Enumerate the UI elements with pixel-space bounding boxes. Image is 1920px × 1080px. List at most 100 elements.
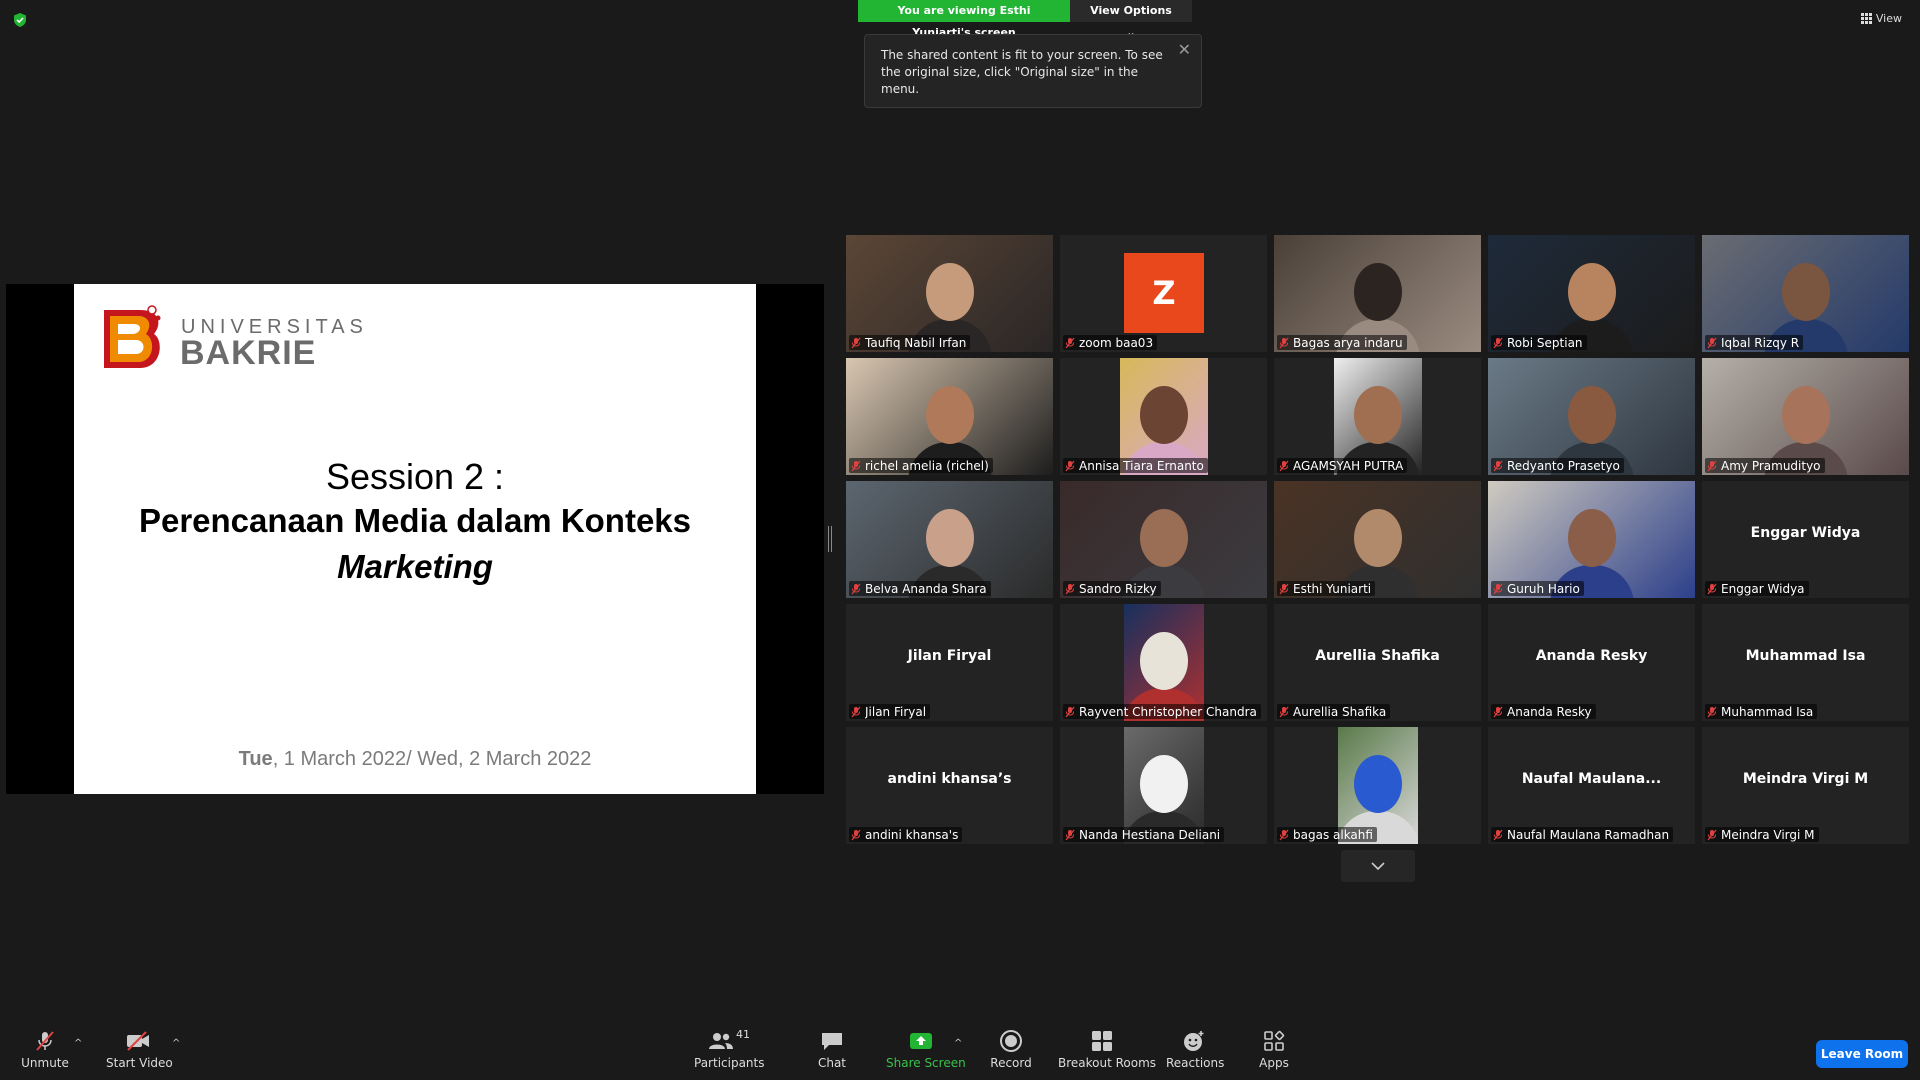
chat-button[interactable]: Chat <box>812 1028 852 1070</box>
unmute-label: Unmute <box>21 1056 69 1070</box>
participant-tile[interactable]: Meindra Virgi M Meindra Virgi M <box>1702 727 1909 844</box>
participant-tile[interactable]: Nanda Hestiana Deliani <box>1060 727 1267 844</box>
grid-view-icon <box>1860 13 1872 24</box>
participant-tile[interactable]: Redyanto Prasetyo <box>1488 358 1695 475</box>
participant-name: zoom baa03 <box>1079 335 1154 350</box>
slide-subtitle: Perencanaan Media dalam Konteks <box>138 502 692 539</box>
participant-tile[interactable]: Zzoom baa03 <box>1060 235 1267 352</box>
participant-silhouette-head <box>1353 509 1402 567</box>
breakout-rooms-button[interactable]: Breakout Rooms <box>1058 1028 1157 1070</box>
participant-tile[interactable]: Sandro Rizky <box>1060 481 1267 598</box>
participant-tile[interactable]: Rayvent Christopher Chandra <box>1060 604 1267 721</box>
participant-tile[interactable]: Bagas arya indaru <box>1274 235 1481 352</box>
reactions-icon <box>1184 1031 1204 1051</box>
participant-name: Aurellia Shafika <box>1293 704 1387 719</box>
participant-name-tag: Amy Pramudityo <box>1705 458 1825 473</box>
participant-display-name: Naufal Maulana... <box>1521 771 1662 787</box>
participant-name-tag: Jilan Firyal <box>849 704 931 719</box>
microphone-muted-icon <box>1707 829 1717 840</box>
microphone-muted-icon <box>1707 583 1717 594</box>
participant-silhouette-head <box>925 263 974 321</box>
participant-name: Rayvent Christopher Chandra <box>1079 704 1257 719</box>
leave-room-button[interactable]: Leave Room <box>1816 1040 1908 1068</box>
participants-label: Participants <box>694 1056 765 1070</box>
shared-screen: UNIVERSITAS BAKRIE Session 2 : Perencana… <box>6 284 824 794</box>
notice-text: The shared content is fit to your screen… <box>881 48 1163 96</box>
participant-tile[interactable]: Guruh Hario <box>1488 481 1695 598</box>
participant-silhouette-head <box>1140 632 1188 690</box>
unmute-button[interactable]: Unmute <box>20 1028 70 1070</box>
slide-date: Tue, 1 March 2022/ Wed, 2 March 2022 <box>74 748 756 771</box>
participant-name: Annisa Tiara Ernanto <box>1079 458 1204 473</box>
audio-options-caret[interactable]: ^ <box>74 1038 82 1049</box>
panel-resize-handle[interactable] <box>828 526 832 552</box>
participant-tile[interactable]: Ananda Resky Ananda Resky <box>1488 604 1695 721</box>
shield-check-icon[interactable] <box>12 12 28 28</box>
participant-name: Guruh Hario <box>1507 581 1580 596</box>
view-options-button[interactable]: View Options ⌄ <box>1070 0 1192 39</box>
participant-name: Sandro Rizky <box>1079 581 1157 596</box>
chat-icon <box>822 1033 842 1050</box>
participant-name-tag: Redyanto Prasetyo <box>1491 458 1624 473</box>
participant-name-tag: Guruh Hario <box>1491 581 1584 596</box>
start-video-button[interactable]: Start Video <box>106 1028 173 1070</box>
participant-silhouette-head <box>1781 263 1830 321</box>
close-icon[interactable]: ✕ <box>1178 41 1191 58</box>
record-button[interactable]: Record <box>990 1028 1032 1070</box>
microphone-muted-icon <box>1065 829 1075 840</box>
microphone-muted-icon <box>1279 706 1289 717</box>
participant-name-tag: Esthi Yuniarti <box>1277 581 1376 596</box>
apps-icon <box>1264 1030 1285 1051</box>
slide-title: Session 2 : <box>325 456 505 497</box>
reactions-button[interactable]: Reactions <box>1166 1028 1224 1070</box>
microphone-muted-icon <box>1707 337 1717 348</box>
share-options-caret[interactable]: ^ <box>954 1038 962 1049</box>
participant-tile[interactable]: Aurellia Shafika Aurellia Shafika <box>1274 604 1481 721</box>
participant-name-tag: Bagas arya indaru <box>1277 335 1407 350</box>
participant-tile[interactable]: bagas alkahfi <box>1274 727 1481 844</box>
participant-silhouette-head <box>1781 386 1830 444</box>
participants-count: 41 <box>736 1028 750 1041</box>
participants-button[interactable]: 41 Participants <box>694 1028 765 1070</box>
participant-tile[interactable]: Amy Pramudityo <box>1702 358 1909 475</box>
microphone-muted-icon <box>851 337 861 348</box>
apps-button[interactable]: Apps <box>1254 1028 1294 1070</box>
participant-tile[interactable]: Taufiq Nabil Irfan <box>846 235 1053 352</box>
participant-name: Esthi Yuniarti <box>1293 581 1372 596</box>
participant-tile[interactable]: richel amelia (richel) <box>846 358 1053 475</box>
participant-name: Robi Septian <box>1507 335 1583 350</box>
participants-icon <box>709 1033 733 1049</box>
participant-tile[interactable]: Belva Ananda Shara <box>846 481 1053 598</box>
participant-tile[interactable]: Naufal Maulana... Naufal Maulana Ramadhan <box>1488 727 1695 844</box>
participant-silhouette-head <box>1354 386 1402 444</box>
logo-text-bakrie: BAKRIE <box>180 334 317 372</box>
microphone-muted-icon <box>1707 460 1717 471</box>
participant-name: Amy Pramudityo <box>1721 458 1821 473</box>
view-button[interactable]: View <box>1860 12 1902 25</box>
share-screen-label: Share Screen <box>886 1056 966 1070</box>
slide-date-day: Tue <box>238 748 273 770</box>
participant-tile[interactable]: Muhammad Isa Muhammad Isa <box>1702 604 1909 721</box>
participant-silhouette-head <box>925 509 974 567</box>
gallery-next-page-button[interactable] <box>1341 850 1415 882</box>
participant-name: Ananda Resky <box>1507 704 1592 719</box>
participant-silhouette-head <box>1140 386 1188 444</box>
participant-tile[interactable]: AGAMSYAH PUTRA <box>1274 358 1481 475</box>
participant-name-tag: bagas alkahfi <box>1277 827 1377 842</box>
start-video-label: Start Video <box>106 1056 173 1070</box>
breakout-rooms-label: Breakout Rooms <box>1058 1056 1157 1070</box>
participant-tile[interactable]: Robi Septian <box>1488 235 1695 352</box>
microphone-muted-icon <box>1065 706 1075 717</box>
participant-name: AGAMSYAH PUTRA <box>1293 458 1404 473</box>
participant-tile[interactable]: Esthi Yuniarti <box>1274 481 1481 598</box>
participant-silhouette-head <box>925 386 974 444</box>
participant-name-tag: Enggar Widya <box>1705 581 1809 596</box>
video-options-caret[interactable]: ^ <box>172 1038 180 1049</box>
participant-tile[interactable]: andini khansa’s andini khansa's <box>846 727 1053 844</box>
participant-tile[interactable]: Iqbal Rizqy R <box>1702 235 1909 352</box>
participant-tile[interactable]: Jilan Firyal Jilan Firyal <box>846 604 1053 721</box>
participant-tile[interactable]: Annisa Tiara Ernanto <box>1060 358 1267 475</box>
participant-name-tag: Iqbal Rizqy R <box>1705 335 1804 350</box>
participant-tile[interactable]: Enggar Widya Enggar Widya <box>1702 481 1909 598</box>
share-screen-button[interactable]: Share Screen <box>886 1028 966 1070</box>
